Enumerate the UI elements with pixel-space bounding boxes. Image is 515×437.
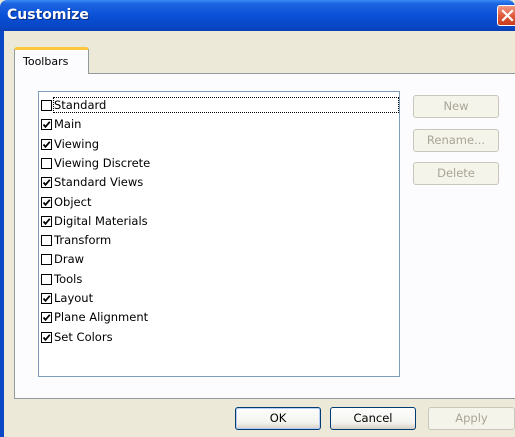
toolbar-item[interactable]: Main [41,115,391,134]
window-frame-left [0,31,4,437]
toolbar-item[interactable]: Plane Alignment [41,308,391,327]
toolbar-item-label: Standard Views [54,175,144,190]
tab-toolbars[interactable]: Toolbars [14,47,89,74]
checkbox-unchecked[interactable] [41,100,52,111]
toolbar-item-label: Transform [54,233,112,248]
checkmark-icon [42,140,51,148]
tab-toolbars-label: Toolbars [23,55,69,68]
checkbox-checked[interactable] [41,331,52,343]
toolbar-item[interactable]: Standard Views [41,173,391,192]
checkbox-checked[interactable] [41,119,52,131]
ok-button[interactable]: OK [235,407,321,430]
checkbox-unchecked[interactable] [41,254,52,266]
checkmark-icon [42,333,51,341]
new-button[interactable]: New [413,95,499,118]
toolbar-item[interactable]: Set Colors [41,328,391,347]
checkbox-checked[interactable] [41,138,52,150]
toolbar-item-label: Set Colors [54,329,113,344]
checkbox-checked[interactable] [41,215,52,227]
toolbar-item[interactable]: Transform [41,231,391,250]
checkmark-icon [42,121,51,129]
toolbar-item[interactable]: Viewing Discrete [41,154,391,173]
checkbox-unchecked[interactable] [41,273,52,285]
toolbar-item[interactable]: Object [41,193,391,212]
toolbar-item[interactable]: Viewing [41,135,391,154]
checkbox-unchecked[interactable] [41,157,52,169]
checkmark-icon [42,314,51,322]
delete-button[interactable]: Delete [413,162,499,185]
close-icon [501,9,514,22]
toolbar-item-label: Standard [53,97,399,113]
checkbox-checked[interactable] [41,312,52,324]
toolbar-item[interactable]: Layout [41,289,391,308]
toolbar-item[interactable]: Draw [41,250,391,269]
checkmark-icon [42,295,51,303]
toolbar-item-label: Object [54,194,92,209]
checkbox-checked[interactable] [41,177,52,189]
checkbox-unchecked[interactable] [41,235,52,247]
toolbar-item-label: Tools [54,271,83,286]
toolbar-item-label: Plane Alignment [54,310,149,325]
cancel-button[interactable]: Cancel [330,407,416,430]
checkmark-icon [42,179,51,187]
toolbar-item[interactable]: Digital Materials [41,212,391,231]
close-button[interactable] [497,5,515,26]
checkbox-checked[interactable] [41,293,52,304]
checkmark-icon [42,218,51,225]
title-bar[interactable]: Customize [0,0,515,31]
rename-button[interactable]: Rename... [413,129,499,152]
window-title: Customize [7,7,89,23]
toolbar-item[interactable]: Standard [41,96,399,115]
toolbars-list[interactable]: Standard Main Viewing Viewing Discrete Stand… [38,91,400,377]
toolbar-item[interactable]: Tools [41,270,391,289]
toolbar-item-label: Main [54,117,82,132]
toolbar-item-label: Viewing [54,136,100,151]
toolbar-item-label: Viewing Discrete [54,155,151,170]
checkmark-icon [42,198,51,206]
toolbar-item-label: Draw [54,252,85,267]
toolbar-item-label: Layout [54,291,94,305]
checkbox-checked[interactable] [41,196,52,208]
toolbar-item-label: Digital Materials [54,213,148,228]
apply-button[interactable]: Apply [428,407,515,430]
